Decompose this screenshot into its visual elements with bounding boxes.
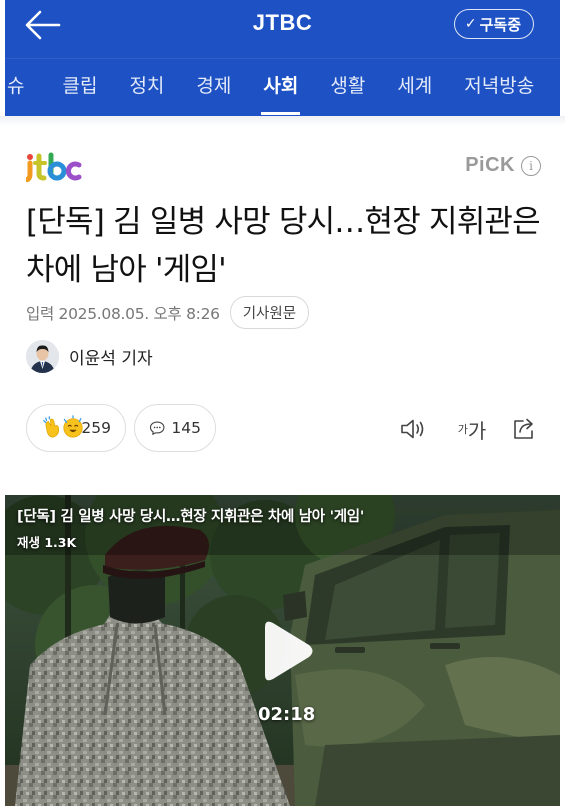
category-nav: 슈 클립 정치 경제 사회 생활 세계 저녁방송 — [5, 58, 560, 116]
video-title: [단독] 김 일병 사망 당시…현장 지휘관은 차에 남아 '게임' — [17, 509, 364, 525]
reporter-avatar — [26, 340, 59, 373]
comment-button[interactable]: 145 — [134, 404, 216, 452]
check-icon: ✓ — [464, 16, 477, 32]
article-actions: 259 145 가가 — [26, 404, 541, 454]
share-button[interactable] — [510, 414, 540, 444]
subscribe-label: 구독중 — [479, 15, 521, 34]
play-icon[interactable] — [247, 615, 319, 687]
jtbc-logo[interactable] — [26, 152, 86, 182]
share-icon — [514, 418, 533, 439]
pick-badge[interactable]: PiCK i — [465, 154, 541, 177]
publish-date: 입력 2025.08.05. 오후 8:26 — [26, 304, 220, 323]
nav-item-issue[interactable]: 슈 — [5, 59, 46, 116]
nav-item-politics[interactable]: 정치 — [113, 59, 180, 116]
video-views: 재생 1.3K — [17, 535, 77, 550]
nav-item-world[interactable]: 세계 — [381, 59, 448, 116]
reaction-button[interactable]: 259 — [26, 404, 126, 452]
reaction-count: 259 — [81, 419, 111, 437]
subscribe-button[interactable]: ✓ 구독중 — [453, 9, 534, 39]
nav-item-life[interactable]: 생활 — [314, 59, 381, 116]
article-meta: 입력 2025.08.05. 오후 8:26 기사원문 — [26, 296, 310, 329]
info-icon[interactable]: i — [521, 155, 541, 176]
top-bar: JTBC ✓ 구독중 — [5, 0, 560, 52]
celebrate-emoji-icon — [63, 415, 83, 438]
speaker-icon — [401, 419, 424, 439]
text-to-speech-button[interactable] — [398, 414, 428, 444]
video-player[interactable]: [단독] 김 일병 사망 당시…현장 지휘관은 차에 남아 '게임' 재생 1.… — [5, 495, 560, 806]
nav-item-society[interactable]: 사회 — [247, 59, 314, 116]
video-duration: 02:18 — [258, 704, 316, 725]
nav-item-economy[interactable]: 경제 — [180, 59, 247, 116]
font-size-small-label: 가 — [457, 423, 468, 436]
reaction-emojis — [41, 415, 83, 441]
pick-label: PiCK — [465, 154, 515, 176]
comment-icon — [149, 421, 165, 435]
font-size-large-label: 가 — [467, 418, 487, 443]
comment-count: 145 — [171, 419, 201, 437]
nav-item-clip[interactable]: 클립 — [46, 59, 113, 116]
reporter-name: 이윤석 기자 — [69, 349, 153, 369]
header-shadow — [0, 116, 565, 126]
article-title: [단독] 김 일병 사망 당시…현장 지휘관은 차에 남아 '게임' — [26, 204, 541, 288]
app-header: JTBC ✓ 구독중 슈 클립 정치 경제 사회 생활 세계 저녁방송 — [5, 0, 560, 116]
original-article-button[interactable]: 기사원문 — [229, 296, 310, 329]
nav-item-evening-news[interactable]: 저녁방송 — [448, 59, 550, 116]
reporter[interactable]: 이윤석 기자 — [26, 340, 153, 373]
font-size-button[interactable]: 가가 — [454, 414, 490, 444]
